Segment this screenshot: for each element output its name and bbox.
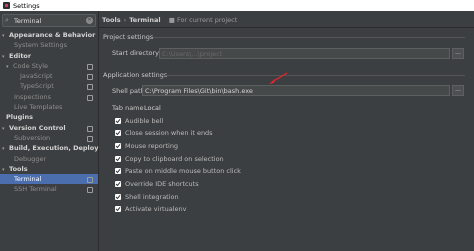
search-icon: ⌕: [5, 16, 9, 24]
tree-item[interactable]: ▾ Version Control: [0, 123, 98, 133]
breadcrumb: Tools › Terminal ■ For current project: [102, 16, 237, 24]
tree-item-label: TypeScript: [20, 82, 54, 91]
settings-main-panel: Tools › Terminal ■ For current project Pro…: [99, 11, 474, 251]
shell-path-input[interactable]: [143, 86, 451, 95]
project-level-icon: [87, 187, 93, 194]
checkbox-icon[interactable]: [115, 206, 121, 213]
tree-item-label: Editor: [9, 51, 32, 60]
option-label: Close session when it ends: [125, 129, 213, 138]
start-directory-field[interactable]: [159, 48, 451, 59]
checkbox-icon[interactable]: [115, 130, 121, 137]
project-level-icon: [87, 84, 93, 91]
option-checkbox[interactable]: Shell integration: [115, 192, 179, 201]
scope-hint: ■ For current project: [169, 16, 238, 24]
tree-item-label: Version Control: [9, 123, 66, 132]
tree-item-label: Live Templates: [14, 103, 63, 112]
option-checkbox[interactable]: Copy to clipboard on selection: [115, 154, 224, 163]
checkbox-icon[interactable]: [115, 142, 121, 149]
tree-item[interactable]: ▾ Editor: [0, 51, 98, 61]
tree-item-label: System Settings: [14, 41, 67, 50]
project-level-icon: [87, 94, 93, 101]
project-level-icon: [87, 177, 93, 184]
header-divider: [99, 27, 474, 28]
project-settings-title: Project settings: [103, 33, 154, 41]
start-directory-input[interactable]: [160, 49, 451, 58]
tree-item-label: Tools: [9, 164, 28, 173]
checkbox-icon[interactable]: [115, 117, 121, 124]
tree-item[interactable]: ▾ Build, Execution, Deployment: [0, 143, 117, 153]
tree-item[interactable]: Live Templates: [0, 102, 98, 112]
tree-item[interactable]: TypeScript: [0, 81, 98, 91]
shell-path-browse-button[interactable]: ...: [452, 85, 464, 96]
search-input[interactable]: [13, 16, 84, 25]
app-icon: [3, 2, 10, 9]
checkbox-icon[interactable]: [115, 155, 121, 162]
group-divider: [153, 37, 465, 38]
tree-item[interactable]: Subversion: [0, 133, 98, 143]
project-scope-icon: ■: [168, 16, 177, 24]
tree-item-label: SSH Terminal: [14, 185, 57, 194]
breadcrumb-separator-icon: ›: [123, 16, 127, 24]
checkbox-icon[interactable]: [115, 193, 121, 200]
project-level-icon: [87, 125, 93, 132]
tab-name-label: Tab name: [112, 104, 144, 112]
window-titlebar: Settings: [0, 0, 474, 11]
checkbox-icon[interactable]: [115, 181, 121, 187]
tree-item[interactable]: ▾ Appearance & Behavior: [0, 30, 98, 40]
tree-item[interactable]: Terminal: [0, 174, 98, 185]
tree-item[interactable]: SSH Terminal: [0, 184, 98, 194]
breadcrumb-page: Terminal: [129, 16, 161, 24]
scope-label: For current project: [176, 16, 238, 24]
tree-item[interactable]: Plugins: [0, 112, 98, 122]
window-title: Settings: [13, 1, 40, 10]
option-label: Override IDE shortcuts: [125, 180, 199, 188]
option-label: Copy to clipboard on selection: [125, 154, 224, 163]
tree-item[interactable]: ▾ Code Style: [0, 61, 98, 71]
tree-item[interactable]: Inspections: [0, 92, 98, 102]
option-checkbox[interactable]: Audible bell: [115, 116, 163, 125]
shell-path-field[interactable]: [142, 85, 451, 96]
tree-item[interactable]: Debugger: [0, 154, 98, 164]
tree-item[interactable]: JavaScript: [0, 71, 98, 81]
option-checkbox[interactable]: Mouse reporting: [115, 141, 178, 150]
start-directory-browse-button[interactable]: ...: [452, 48, 464, 59]
annotation-arrow-icon: [269, 72, 288, 84]
checkbox-icon[interactable]: [115, 168, 121, 175]
settings-search[interactable]: ⌕ ✕: [2, 14, 96, 27]
option-label: Audible bell: [125, 116, 164, 125]
project-level-icon: [87, 74, 93, 81]
option-checkbox[interactable]: Close session when it ends: [115, 129, 213, 138]
tree-item-label: Terminal: [14, 175, 42, 184]
tree-item-label: Inspections: [14, 92, 51, 101]
settings-tree: ▾ Appearance & Behavior System Settings ▾ Ed…: [0, 30, 117, 195]
start-directory-label: Start directory: [112, 49, 160, 57]
tree-item-label: Plugins: [6, 113, 33, 122]
tree-item-label: JavaScript: [20, 72, 53, 81]
option-label: Activate virtualenv: [125, 205, 187, 214]
option-checkbox[interactable]: Override IDE shortcuts: [115, 180, 199, 189]
tree-item-label: Appearance & Behavior: [9, 31, 96, 39]
tree-item-label: Subversion: [14, 133, 51, 142]
tree-item[interactable]: ▾ Tools: [0, 164, 98, 174]
option-label: Mouse reporting: [125, 141, 179, 150]
group-divider: [161, 75, 465, 76]
breadcrumb-section: Tools: [102, 16, 121, 24]
clear-search-icon[interactable]: ✕: [86, 17, 93, 24]
option-label: Shell integration: [125, 192, 179, 201]
option-checkbox[interactable]: Activate virtualenv: [115, 205, 186, 214]
tree-item[interactable]: System Settings: [0, 40, 98, 50]
tree-item-label: Debugger: [14, 154, 47, 163]
settings-sidebar: ⌕ ✕ ▾Appearance & BehaviorSystem Setting…: [0, 11, 117, 251]
option-label: Paste on middle mouse button click: [125, 167, 241, 176]
tree-item-label: Code Style: [13, 61, 49, 70]
project-level-icon: [87, 135, 93, 142]
tab-name-value[interactable]: Local: [144, 104, 161, 112]
option-checkbox[interactable]: Paste on middle mouse button click: [115, 167, 241, 176]
application-settings-title: Application settings: [103, 71, 168, 79]
project-level-icon: [87, 63, 93, 70]
shell-path-label: Shell path: [112, 87, 145, 95]
